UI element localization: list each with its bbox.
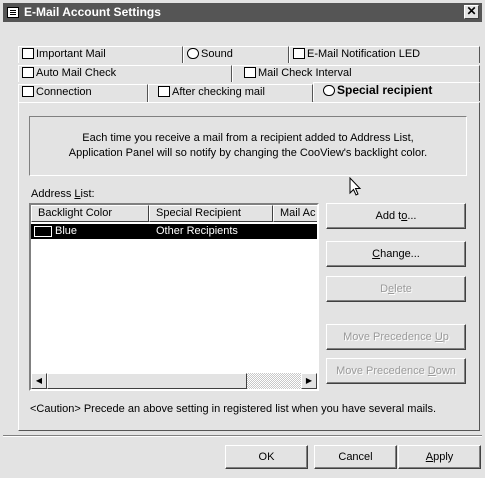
cancel-button[interactable]: Cancel <box>314 445 397 469</box>
special-recipient-icon <box>323 85 335 96</box>
row-recipient: Other Recipients <box>156 225 238 237</box>
move-precedence-up-button[interactable]: Move Precedence Up <box>326 324 466 350</box>
important-mail-icon <box>22 48 34 59</box>
window-title: E-Mail Account Settings <box>24 5 161 19</box>
after-check-icon <box>158 86 170 97</box>
dialog-window: E-Mail Account Settings ✕ Important Mail… <box>0 0 485 478</box>
color-swatch <box>34 226 52 237</box>
row-color: Blue <box>55 225 78 237</box>
add-to-button[interactable]: Add to... <box>326 203 466 229</box>
footer-divider <box>3 435 482 437</box>
column-mail-account[interactable]: Mail Ac <box>273 205 317 222</box>
scroll-thumb[interactable] <box>47 373 247 389</box>
info-line-2: Application Panel will so notify by chan… <box>68 147 428 159</box>
sound-icon <box>187 48 199 59</box>
tab-email-notification-led[interactable]: E-Mail Notification LED <box>289 46 480 63</box>
mouse-cursor-icon <box>349 177 362 196</box>
tab-sound[interactable]: Sound <box>183 46 289 63</box>
apply-button[interactable]: Apply <box>398 445 481 469</box>
info-box: Each time you receive a mail from a reci… <box>29 116 467 176</box>
delete-button[interactable]: Delete <box>326 276 466 302</box>
address-list-label: Address List: <box>31 188 95 200</box>
list-header: Backlight Color Special Recipient Mail A… <box>31 205 317 222</box>
tab-special-recipient[interactable]: Special recipient <box>313 82 480 101</box>
tab-after-checking-mail[interactable]: After checking mail <box>148 84 313 102</box>
tab-connection[interactable]: Connection <box>18 84 148 102</box>
info-line-1: Each time you receive a mail from a reci… <box>82 132 414 144</box>
scroll-left-icon[interactable]: ◀ <box>31 373 47 389</box>
tab-auto-mail-check[interactable]: Auto Mail Check <box>18 65 232 82</box>
caution-text: <Caution> Precede an above setting in re… <box>30 403 437 415</box>
title-bar: E-Mail Account Settings ✕ <box>3 3 482 22</box>
auto-check-icon <box>22 67 34 78</box>
move-precedence-down-button[interactable]: Move Precedence Down <box>326 358 466 384</box>
led-icon <box>293 48 305 59</box>
tab-mail-check-interval[interactable]: Mail Check Interval <box>232 65 480 82</box>
list-item[interactable]: Blue Other Recipients <box>31 224 317 239</box>
interval-icon <box>244 67 256 78</box>
scroll-right-icon[interactable]: ▶ <box>301 373 317 389</box>
connection-icon <box>22 86 34 97</box>
address-list[interactable]: Backlight Color Special Recipient Mail A… <box>29 203 319 391</box>
column-backlight-color[interactable]: Backlight Color <box>31 205 149 222</box>
ok-button[interactable]: OK <box>225 445 308 469</box>
tab-important-mail[interactable]: Important Mail <box>18 46 183 63</box>
horizontal-scrollbar[interactable]: ◀ ▶ <box>31 373 317 389</box>
change-button[interactable]: Change... <box>326 241 466 267</box>
close-button[interactable]: ✕ <box>464 5 479 19</box>
app-icon <box>7 7 19 18</box>
column-special-recipient[interactable]: Special Recipient <box>149 205 273 222</box>
